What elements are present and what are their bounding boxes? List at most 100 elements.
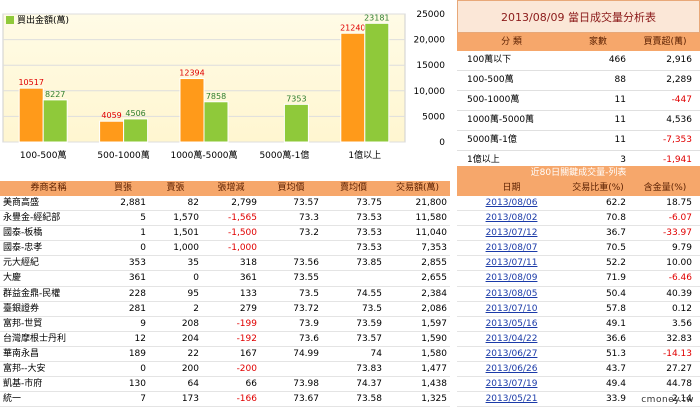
recent-row: 2013/07/19 49.4 44.78	[457, 377, 700, 393]
broker-buy-avg: 73.55	[293, 273, 319, 284]
broker-name: 凱基-市府	[3, 379, 43, 390]
recent-date-link[interactable]: 2013/07/11	[486, 258, 538, 268]
recent-ratio: 57.8	[605, 303, 626, 314]
broker-amount: 21,800	[415, 198, 448, 208]
bar-value-label: 23181	[364, 13, 389, 22]
recent-ratio: 49.4	[605, 379, 626, 390]
daily-volume-summary: 2013/08/09 當日成交量分析表 分 類 家數 買賣超(萬) 100萬以下…	[457, 0, 700, 171]
bar-value-label: 4506	[125, 109, 145, 118]
recent-row: 2013/05/16 49.1 3.56	[457, 317, 700, 332]
recent-ratio: 52.2	[605, 258, 626, 269]
section-separator	[0, 166, 450, 181]
broker-sell-avg: 73.83	[356, 364, 382, 375]
recent-gold: 44.78	[666, 379, 692, 390]
broker-buy: 5	[140, 213, 146, 224]
broker-name: 富邦--大安	[3, 364, 46, 375]
recent-ratio: 36.6	[605, 333, 626, 344]
broker-amount: 2,384	[421, 288, 447, 299]
broker-sell-avg: 73.58	[356, 394, 382, 405]
header-sell: 賣張	[166, 183, 185, 193]
broker-name: 統一	[3, 394, 22, 405]
broker-buy-avg: 73.57	[293, 198, 319, 208]
header-diff: 張增減	[217, 183, 245, 193]
recent-date-link[interactable]: 2013/06/26	[486, 364, 538, 374]
summary-count: 466	[608, 55, 626, 65]
recent-gold: 10.00	[666, 258, 692, 269]
recent-date-link[interactable]: 2013/05/21	[486, 394, 538, 404]
broker-buy-avg: 73.3	[298, 213, 319, 224]
broker-buy: 7	[140, 394, 146, 405]
watermark-text: cmoney.tw	[641, 395, 694, 405]
broker-amount: 1,325	[421, 394, 447, 405]
bar-green	[203, 101, 229, 143]
summary-net: 2,916	[666, 55, 692, 65]
broker-buy-avg	[260, 362, 322, 376]
recent-date-link[interactable]: 2013/08/05	[486, 289, 538, 299]
header-ratio: 交易比重(%)	[572, 183, 624, 193]
broker-buy: 189	[128, 348, 146, 359]
broker-amount: 1,590	[421, 333, 447, 344]
broker-amount: 1,438	[421, 379, 447, 390]
recent-date-link[interactable]: 2013/08/09	[486, 273, 538, 283]
broker-sell: 2	[193, 303, 199, 314]
broker-sell: 0	[193, 273, 199, 284]
recent-date-link[interactable]: 2013/08/07	[486, 243, 538, 253]
broker-sell: 22	[187, 348, 199, 359]
recent-date-link[interactable]: 2013/04/22	[486, 334, 538, 344]
broker-diff: 318	[239, 258, 257, 269]
broker-diff: -199	[236, 318, 257, 329]
broker-sell: 64	[187, 379, 199, 390]
recent-date-link[interactable]: 2013/06/27	[486, 349, 538, 359]
recent-ratio: 33.9	[605, 394, 626, 405]
recent-gold: 9.79	[671, 243, 692, 254]
broker-buy: 228	[128, 288, 146, 299]
recent-date-link[interactable]: 2013/07/10	[486, 304, 538, 314]
summary-net: -447	[671, 95, 692, 105]
recent-row: 2013/07/10 57.8 0.12	[457, 302, 700, 317]
broker-row: 美商高盛 2,881 82 2,799 73.57 73.75 21,800	[0, 196, 450, 212]
recent-date-link[interactable]: 2013/08/06	[486, 198, 538, 208]
legend-label: 買出金額(萬)	[17, 14, 69, 26]
broker-diff: -1,565	[227, 213, 257, 224]
header-broker: 券商名稱	[30, 183, 67, 193]
broker-sell-avg: 74.37	[356, 379, 382, 390]
broker-row: 凱基-市府 130 64 66 73.98 74.37 1,438	[0, 377, 450, 393]
broker-diff: 167	[239, 348, 257, 359]
broker-sell-avg: 73.59	[356, 318, 382, 329]
broker-buy: 281	[128, 303, 146, 314]
bar-green	[123, 118, 149, 143]
broker-buy: 130	[128, 379, 146, 390]
recent-date-link[interactable]: 2013/05/16	[486, 319, 538, 329]
broker-amount: 1,580	[421, 348, 447, 359]
chart-svg: 105178227 100-500萬 4059 4506 500-1000萬 12394 7…	[2, 10, 445, 161]
broker-buy: 353	[128, 258, 146, 269]
header-date: 日期	[502, 183, 521, 193]
broker-name: 群益金鼎-民權	[3, 288, 61, 299]
summary-title: 2013/08/09 當日成交量分析表	[457, 0, 700, 33]
broker-row: 國泰-忠孝 0 1,000 -1,000 73.53 7,353	[0, 241, 450, 257]
broker-buy-avg: 74.99	[293, 348, 319, 359]
recent-date-link[interactable]: 2013/07/12	[486, 228, 538, 238]
recent-gold: 0.12	[671, 303, 692, 314]
broker-sell: 1,570	[173, 213, 199, 224]
summary-category: 1000萬-5000萬	[467, 115, 535, 125]
broker-amount: 7,353	[421, 243, 447, 254]
header-buy-avg: 買均價	[277, 183, 305, 193]
broker-name: 台灣摩根士丹利	[3, 333, 67, 344]
broker-row: 大慶 361 0 361 73.55 2,655	[0, 271, 450, 287]
recent-gold: 40.39	[666, 288, 692, 299]
summary-row: 1000萬-5000萬 11 4,536	[457, 111, 700, 131]
recent-date-link[interactable]: 2013/08/02	[486, 213, 538, 223]
recent-date-link[interactable]: 2013/07/19	[486, 379, 538, 389]
summary-category: 100萬以下	[467, 55, 512, 65]
broker-sell: 1,000	[173, 243, 199, 254]
broker-table: 券商名稱 買張 賣張 張增減 買均價 賣均價 交易額(萬) 美商高盛 2,881 8…	[0, 181, 450, 408]
summary-count: 11	[614, 115, 626, 125]
broker-row: 永豐金-經紀部 5 1,570 -1,565 73.3 73.53 11,580	[0, 211, 450, 227]
broker-buy: 9	[140, 318, 146, 329]
bar-orange	[99, 120, 125, 143]
header-net: 買賣超(萬)	[643, 37, 687, 47]
recent-row: 2013/07/12 36.7 -33.97	[457, 226, 700, 242]
broker-sell-avg: 74.55	[356, 288, 382, 299]
broker-sell: 1,501	[173, 228, 199, 239]
